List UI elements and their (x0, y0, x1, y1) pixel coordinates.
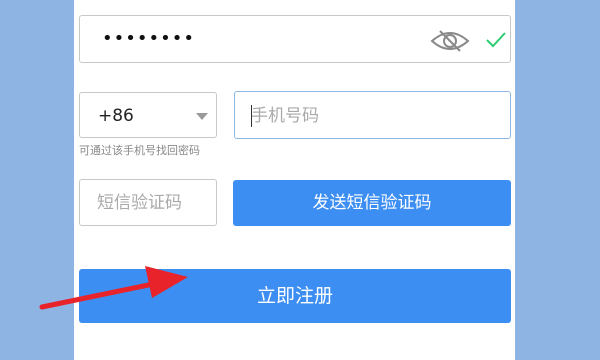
password-field[interactable]: •••••••• (79, 15, 511, 63)
register-button[interactable]: 立即注册 (79, 269, 511, 323)
country-code-select[interactable]: +86 (79, 92, 217, 138)
phone-hint: 可通过该手机号找回密码 (79, 144, 200, 157)
password-value: •••••••• (102, 28, 195, 49)
sms-placeholder: 短信验证码 (97, 193, 182, 213)
country-code-value: +86 (98, 106, 134, 126)
send-sms-code-button[interactable]: 发送短信验证码 (233, 180, 511, 226)
cut-off-agreement-text (82, 351, 312, 360)
caret-down-icon (196, 113, 208, 120)
register-panel: •••••••• +86 手机号码 可通过该手机号找回密码 短信验证码 发送短信… (74, 0, 515, 360)
sms-code-input[interactable]: 短信验证码 (79, 179, 217, 226)
phone-placeholder: 手机号码 (251, 106, 319, 126)
phone-number-input[interactable]: 手机号码 (234, 91, 511, 139)
text-cursor (251, 105, 252, 127)
eye-slash-icon[interactable] (430, 29, 470, 53)
check-icon (486, 32, 506, 48)
